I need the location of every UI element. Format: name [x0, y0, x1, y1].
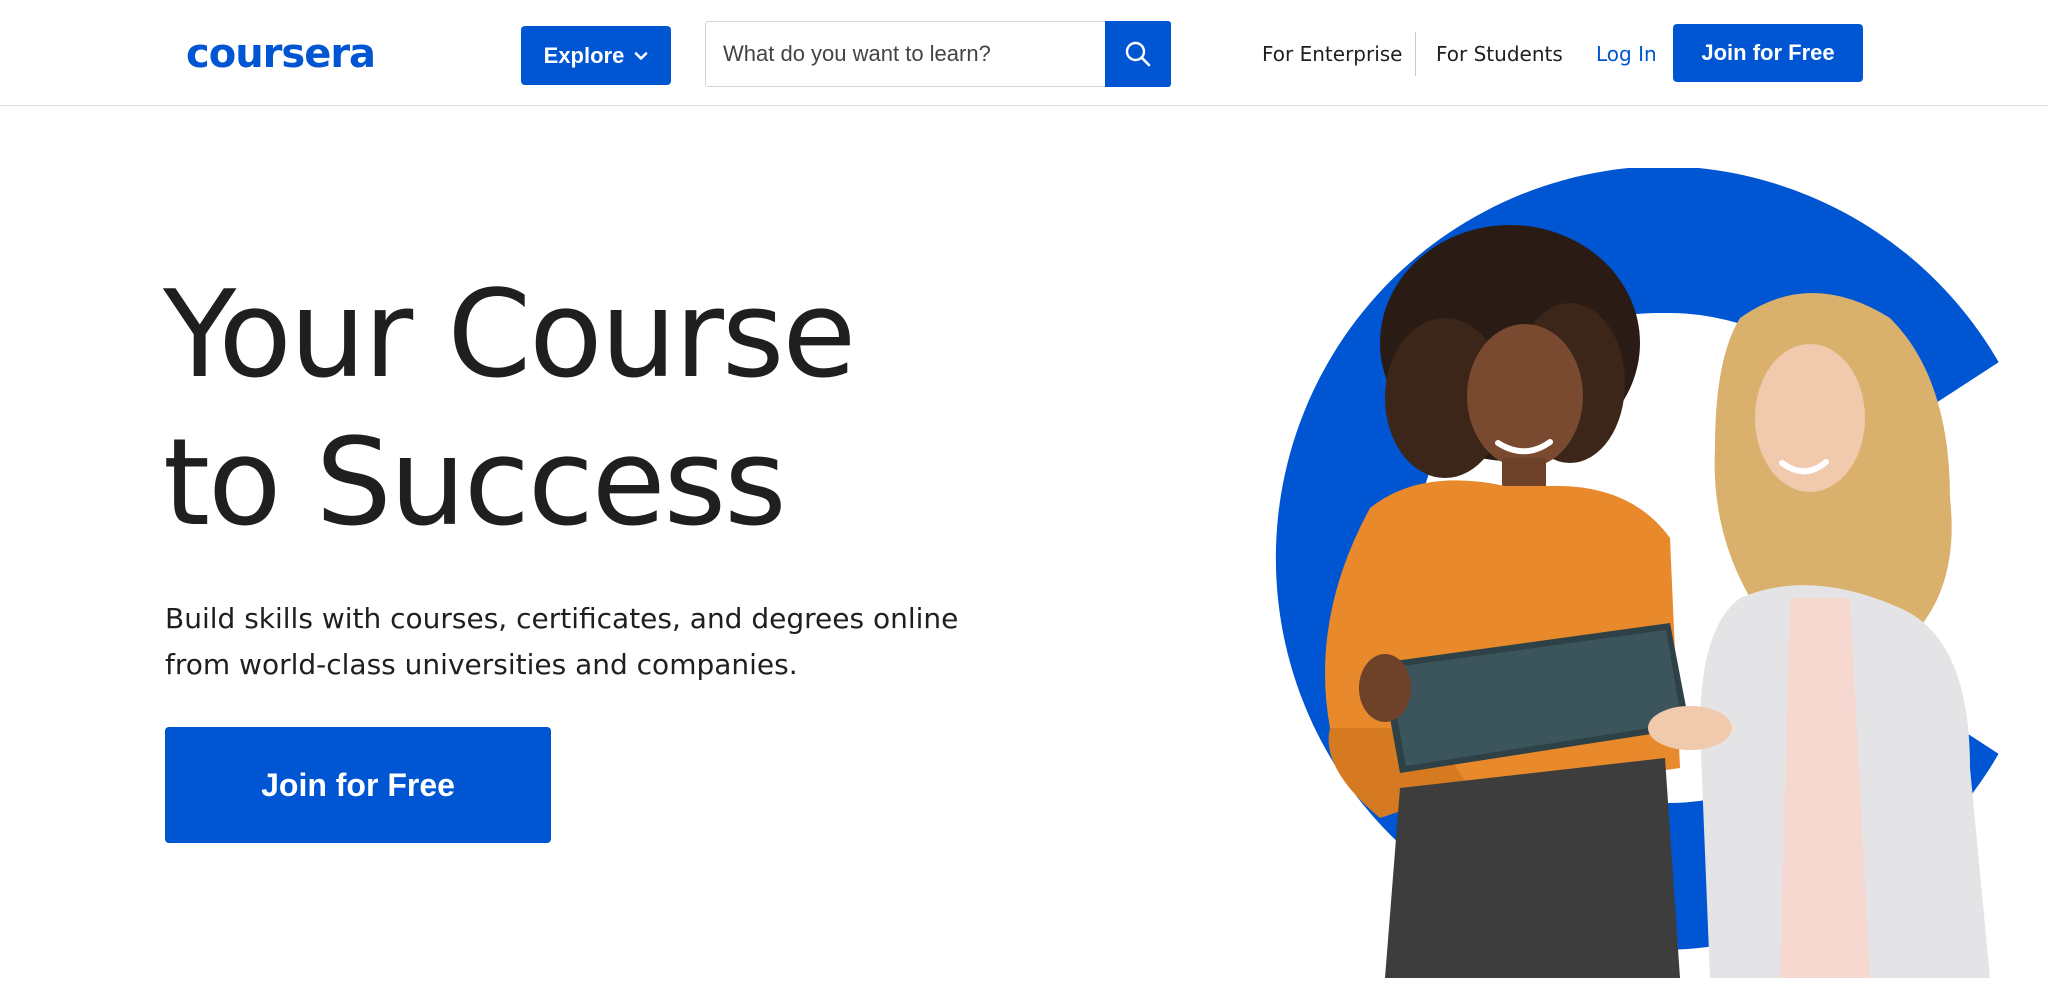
search-icon — [1125, 41, 1151, 67]
search-button[interactable] — [1105, 21, 1171, 87]
log-in-link[interactable]: Log In — [1596, 38, 1657, 70]
explore-label: Explore — [543, 42, 625, 68]
for-students-link[interactable]: For Students — [1436, 38, 1563, 70]
nav-divider — [1415, 32, 1416, 76]
search-input[interactable] — [706, 22, 1106, 86]
explore-button[interactable]: Explore — [521, 26, 671, 85]
chevron-down-icon — [635, 51, 648, 60]
hero-image — [1270, 168, 2048, 978]
hero-title-line-1: Your Course — [163, 266, 856, 405]
hero-subtitle: Build skills with courses, certificates,… — [165, 596, 985, 688]
join-for-free-hero-button[interactable]: Join for Free — [165, 727, 551, 843]
hero-subtitle-line-2: from world-class universities and compan… — [165, 648, 798, 681]
hero-title: Your Course to Success — [163, 262, 963, 558]
hero-title-line-2: to Success — [163, 414, 787, 553]
search-bar — [705, 21, 1171, 87]
hero-subtitle-line-1: Build skills with courses, certificates,… — [165, 602, 959, 635]
join-for-free-header-button[interactable]: Join for Free — [1673, 24, 1863, 82]
for-enterprise-link[interactable]: For Enterprise — [1262, 38, 1403, 70]
coursera-logo[interactable]: coursera — [186, 26, 376, 82]
top-navigation-bar: coursera Explore For Enterprise For Stud… — [0, 0, 2048, 106]
